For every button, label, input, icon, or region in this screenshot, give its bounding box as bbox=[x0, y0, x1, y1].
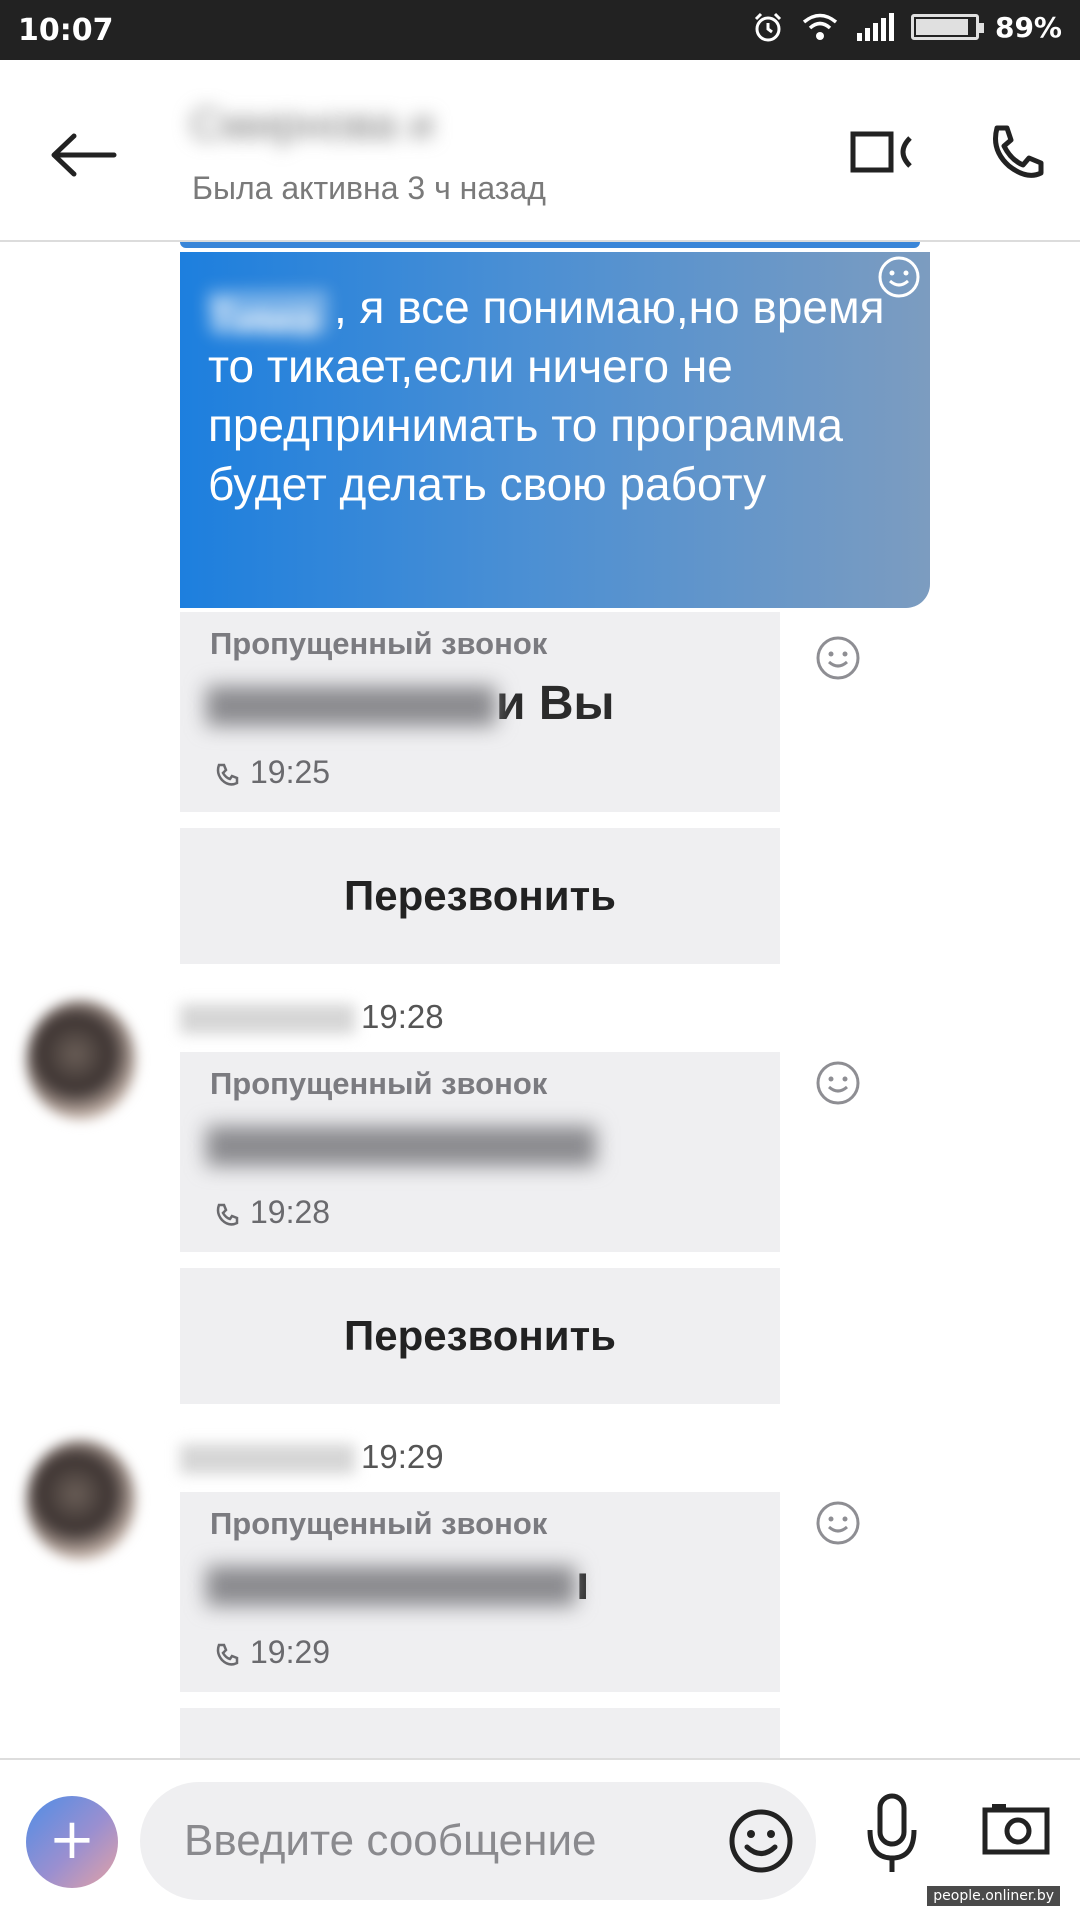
missed-call-card[interactable]: Пропущенный звонок ı 19:29 bbox=[180, 1492, 780, 1692]
smiley-icon[interactable] bbox=[815, 635, 861, 681]
callback-button[interactable]: Перезвонить bbox=[180, 1268, 780, 1404]
smiley-icon[interactable] bbox=[815, 1060, 861, 1106]
call-participants: и Вы bbox=[206, 676, 615, 731]
callback-button-partial[interactable] bbox=[180, 1708, 780, 1758]
battery-icon bbox=[910, 14, 984, 40]
missed-call-title: Пропущенный звонок bbox=[210, 1506, 548, 1541]
call-participants bbox=[206, 1116, 596, 1171]
message-text: Тима, я все понимаю,но время то тикает,е… bbox=[208, 278, 902, 514]
call-time: 19:25 bbox=[250, 754, 331, 790]
avatar[interactable] bbox=[26, 1440, 136, 1560]
contact-name[interactable]: Смирнова и bbox=[190, 100, 434, 150]
watermark: people.onliner.by bbox=[927, 1886, 1060, 1906]
missed-call-title: Пропущенный звонок bbox=[210, 1066, 548, 1101]
back-arrow-icon[interactable] bbox=[48, 130, 118, 180]
mention-name: Тима bbox=[208, 289, 328, 345]
call-time: 19:28 bbox=[250, 1194, 331, 1230]
avatar[interactable] bbox=[26, 1000, 136, 1120]
smiley-icon[interactable] bbox=[815, 1500, 861, 1546]
plus-icon[interactable]: + bbox=[26, 1796, 118, 1888]
call-participants: ı bbox=[206, 1556, 589, 1611]
video-call-icon[interactable] bbox=[850, 122, 914, 182]
smiley-icon[interactable] bbox=[726, 1806, 796, 1876]
signal-icon bbox=[856, 13, 894, 41]
outgoing-message-bubble[interactable]: Тима, я все понимаю,но время то тикает,е… bbox=[180, 252, 930, 608]
battery-percent: 89% bbox=[994, 10, 1062, 44]
wifi-icon bbox=[802, 13, 838, 40]
callback-button[interactable]: Перезвонить bbox=[180, 828, 780, 964]
camera-icon[interactable] bbox=[982, 1804, 1050, 1856]
message-composer: + Введите сообщение bbox=[0, 1758, 1080, 1922]
missed-call-icon bbox=[216, 1203, 239, 1226]
missed-call-card[interactable]: Пропущенный звонок и Вы 19:25 bbox=[180, 612, 780, 812]
missed-call-title: Пропущенный звонок bbox=[210, 626, 548, 661]
call-time: 19:29 bbox=[250, 1634, 331, 1670]
missed-call-icon bbox=[216, 763, 239, 786]
alarm-icon bbox=[754, 12, 782, 42]
status-indicators: 89% bbox=[751, 10, 1062, 44]
chat-header: Смирнова и Была активна 3 ч назад bbox=[0, 60, 1080, 242]
microphone-icon[interactable] bbox=[864, 1790, 920, 1890]
chat-history[interactable]: Тима, я все понимаю,но время то тикает,е… bbox=[0, 242, 1080, 1758]
missed-call-card[interactable]: Пропущенный звонок 19:28 bbox=[180, 1052, 780, 1252]
presence-status: Была активна 3 ч назад bbox=[192, 170, 546, 206]
message-placeholder: Введите сообщение bbox=[184, 1816, 597, 1865]
previous-bubble-edge bbox=[180, 242, 920, 248]
smiley-icon[interactable] bbox=[877, 255, 921, 299]
status-time: 10:07 bbox=[18, 13, 114, 48]
status-bar: 10:07 89% bbox=[0, 0, 1080, 60]
phone-call-icon[interactable] bbox=[985, 122, 1045, 182]
missed-call-icon bbox=[216, 1643, 239, 1666]
message-input[interactable]: Введите сообщение bbox=[140, 1782, 816, 1900]
sender-line: 19:28 bbox=[180, 998, 444, 1036]
sender-line: 19:29 bbox=[180, 1438, 444, 1476]
